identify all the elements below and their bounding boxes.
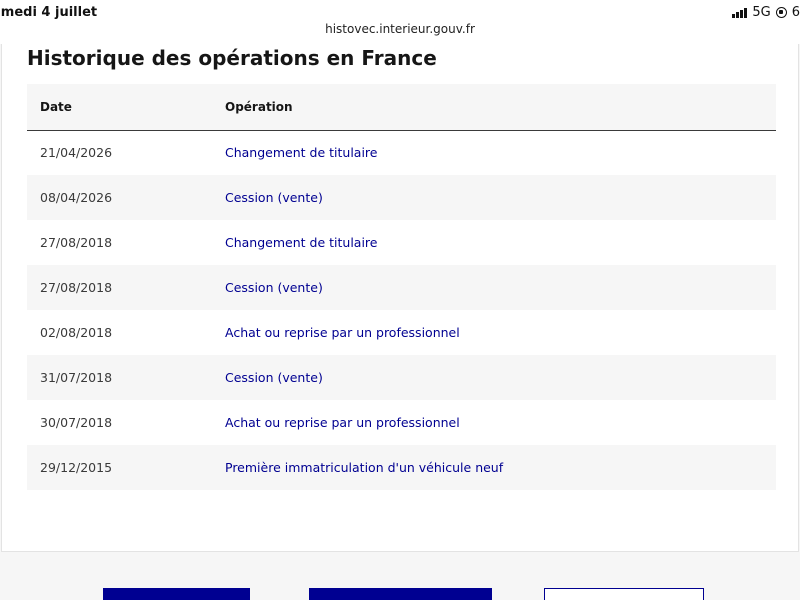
table-row: 27/08/2018 Changement de titulaire <box>27 220 776 265</box>
row-operation: Achat ou reprise par un professionnel <box>225 325 460 340</box>
signal-icon <box>732 7 748 18</box>
battery-text: 6 <box>791 5 800 20</box>
column-header-date: Date <box>40 99 72 114</box>
row-date: 02/08/2018 <box>40 325 113 340</box>
status-indicators: 5G 6 <box>732 5 800 20</box>
row-date: 21/04/2026 <box>40 145 113 161</box>
row-operation: Achat ou reprise par un professionnel <box>225 415 460 430</box>
table-row: 08/04/2026 Cession (vente) <box>27 175 776 220</box>
row-operation: Changement de titulaire <box>225 235 378 250</box>
table-header-row: Date Opération <box>27 84 776 130</box>
table-row: 31/07/2018 Cession (vente) <box>27 355 776 400</box>
row-operation: Cession (vente) <box>225 280 323 295</box>
table-row: 30/07/2018 Achat ou reprise par un profe… <box>27 400 776 445</box>
action-button-secondary[interactable] <box>544 588 704 600</box>
table-row: 29/12/2015 Première immatriculation d'un… <box>27 445 776 490</box>
page-title: Historique des opérations en France <box>27 46 437 70</box>
network-type: 5G <box>752 5 771 20</box>
table-row: 21/04/2026 Changement de titulaire <box>27 130 776 175</box>
url-bar[interactable]: histovec.interieur.gouv.fr <box>0 22 800 36</box>
status-bar: amedi 4 juillet 5G 6 histovec.interieur.… <box>0 0 800 44</box>
column-header-operation: Opération <box>225 99 293 114</box>
history-card: Historique des opérations en France Date… <box>1 44 799 552</box>
row-operation: Changement de titulaire <box>225 145 378 161</box>
operations-table: Date Opération 21/04/2026 Changement de … <box>27 84 776 490</box>
row-date: 27/08/2018 <box>40 235 113 250</box>
action-button-primary-2[interactable] <box>309 588 492 600</box>
status-time: amedi 4 juillet <box>0 5 98 20</box>
row-operation: Première immatriculation d'un véhicule n… <box>225 460 504 475</box>
table-row: 02/08/2018 Achat ou reprise par un profe… <box>27 310 776 355</box>
row-operation: Cession (vente) <box>225 190 323 205</box>
action-button-primary-1[interactable] <box>103 588 250 600</box>
row-date: 31/07/2018 <box>40 370 113 385</box>
row-operation: Cession (vente) <box>225 370 323 385</box>
row-date: 08/04/2026 <box>40 190 113 205</box>
row-date: 29/12/2015 <box>40 460 113 475</box>
table-row: 27/08/2018 Cession (vente) <box>27 265 776 310</box>
rotation-lock-icon <box>775 7 787 18</box>
row-date: 27/08/2018 <box>40 280 113 295</box>
row-date: 30/07/2018 <box>40 415 113 430</box>
